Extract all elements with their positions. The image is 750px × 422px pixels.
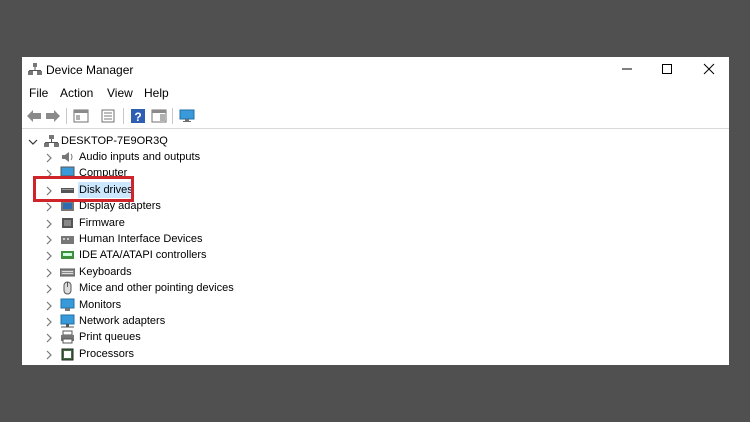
chevron-right-icon[interactable] (44, 333, 54, 343)
chevron-right-icon[interactable] (44, 268, 54, 278)
monitor-scan-icon (179, 109, 195, 122)
chevron-right-icon[interactable] (44, 235, 54, 245)
chevron-right-icon[interactable] (44, 317, 54, 327)
tree-item-human-interface-devices[interactable]: Human Interface Devices (22, 231, 729, 247)
device-manager-icon (28, 63, 42, 75)
device-manager-window: Device Manager File Action View Help ? D… (22, 57, 729, 365)
toolbar-separator (172, 108, 173, 124)
help-icon: ? (131, 109, 145, 124)
tree-item-label: Network adapters (79, 315, 166, 327)
chevron-right-icon[interactable] (44, 219, 54, 229)
tree-item-print-queues[interactable]: Print queues (22, 329, 729, 345)
back-button[interactable] (25, 107, 43, 125)
toolbar-separator (123, 108, 124, 124)
mouse-icon (63, 281, 72, 295)
highlight-annotation (33, 176, 134, 202)
forward-button[interactable] (44, 107, 62, 125)
ide-controller-icon (61, 251, 74, 260)
window-title: Device Manager (46, 63, 134, 77)
minimize-icon (622, 68, 632, 70)
chevron-down-icon[interactable] (28, 137, 38, 147)
properties-icon (101, 109, 115, 123)
tree-item-label: Keyboards (79, 265, 132, 278)
tree-item-label: Processors (79, 347, 135, 360)
hid-icon (61, 236, 74, 244)
tree-item-label: Print queues (79, 331, 141, 344)
computer-root-icon (44, 135, 59, 147)
action-pane-icon (151, 109, 167, 123)
tree-item-label: Firmware (79, 216, 125, 229)
menu-view[interactable]: View (107, 86, 133, 100)
maximize-button[interactable] (652, 59, 682, 79)
scan-hardware-button[interactable] (178, 107, 196, 125)
printer-icon (61, 330, 74, 344)
action-pane-button[interactable] (150, 107, 168, 125)
tree-item-ide-ata-atapi-controllers[interactable]: IDE ATA/ATAPI controllers (22, 247, 729, 263)
toolbar-separator (66, 108, 67, 124)
chevron-right-icon[interactable] (44, 251, 54, 261)
toolbar: ? (22, 104, 729, 129)
keyboard-icon (60, 268, 75, 277)
menu-file[interactable]: File (29, 86, 48, 100)
tree-item-label: Mice and other pointing devices (79, 282, 234, 295)
tree-item-label: Monitors (79, 298, 122, 311)
close-icon (703, 63, 715, 75)
firmware-icon (62, 217, 73, 228)
chevron-right-icon[interactable] (44, 284, 54, 294)
console-tree-icon (73, 109, 89, 123)
device-tree: DESKTOP-7E9OR3Q Audio inputs and outputs… (22, 131, 729, 365)
back-arrow-icon (27, 110, 41, 122)
minimize-button[interactable] (612, 59, 642, 79)
tree-item-processors[interactable]: Processors (22, 346, 729, 362)
maximize-icon (662, 64, 672, 74)
processor-icon (61, 348, 74, 361)
tree-item-mice-and-other-pointing-devices[interactable]: Mice and other pointing devices (22, 280, 729, 296)
tree-item-monitors[interactable]: Monitors (22, 297, 729, 313)
root-label: DESKTOP-7E9OR3Q (61, 135, 168, 147)
chevron-right-icon[interactable] (44, 350, 54, 360)
help-button[interactable]: ? (129, 107, 147, 125)
network-adapter-icon (60, 314, 75, 328)
chevron-right-icon[interactable] (44, 153, 54, 163)
tree-item-label: Audio inputs and outputs (79, 151, 201, 163)
close-button[interactable] (694, 59, 724, 79)
tree-root[interactable]: DESKTOP-7E9OR3Q (22, 133, 729, 149)
tree-item-label: Human Interface Devices (79, 233, 203, 245)
menu-action[interactable]: Action (60, 86, 93, 100)
svg-text:?: ? (134, 110, 141, 124)
title-bar[interactable]: Device Manager (22, 57, 729, 83)
properties-button[interactable] (99, 107, 117, 125)
menu-help[interactable]: Help (144, 86, 169, 100)
speaker-icon (62, 152, 73, 162)
tree-item-label: IDE ATA/ATAPI controllers (79, 249, 207, 262)
chevron-right-icon[interactable] (44, 202, 54, 212)
chevron-right-icon[interactable] (44, 301, 54, 311)
tree-item-keyboards[interactable]: Keyboards (22, 264, 729, 280)
menu-bar: File Action View Help (22, 83, 729, 103)
forward-arrow-icon (46, 110, 60, 122)
show-hide-console-tree-button[interactable] (72, 107, 90, 125)
tree-item-audio-inputs-and-outputs[interactable]: Audio inputs and outputs (22, 149, 729, 165)
monitor-icon (60, 298, 75, 311)
tree-item-firmware[interactable]: Firmware (22, 215, 729, 231)
tree-item-network-adapters[interactable]: Network adapters (22, 313, 729, 329)
